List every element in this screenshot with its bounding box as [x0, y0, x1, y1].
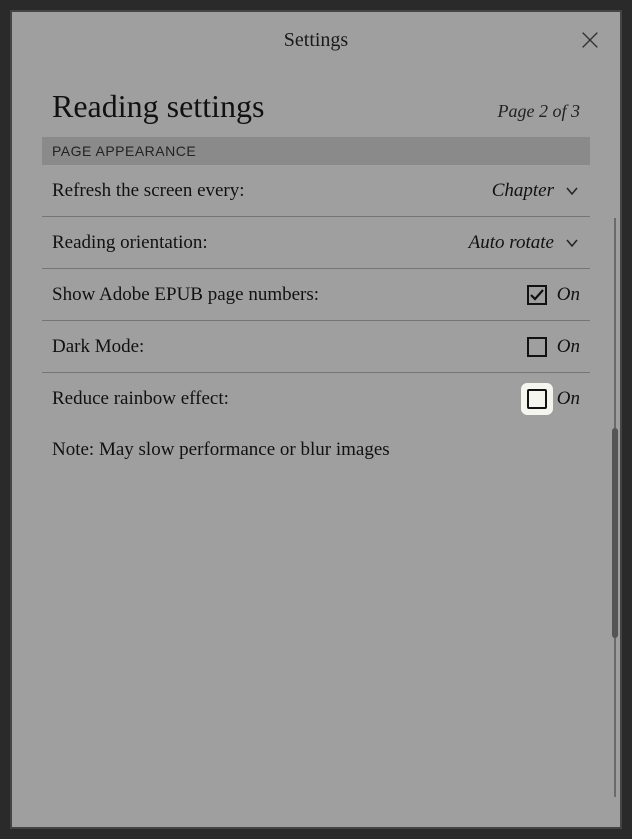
checkbox-reduce-rainbow[interactable] — [527, 389, 547, 409]
close-button[interactable] — [578, 28, 602, 52]
value-text: On — [557, 336, 580, 358]
row-dark-mode[interactable]: Dark Mode: On — [42, 321, 590, 373]
note-text: Note: May slow performance or blur image… — [52, 425, 580, 461]
row-value: On — [527, 388, 580, 410]
value-text: On — [557, 284, 580, 306]
page-heading: Reading settings Page 2 of 3 — [52, 88, 580, 125]
settings-rows: Refresh the screen every: Chapter Readin… — [42, 165, 590, 425]
row-value: Chapter — [492, 180, 580, 202]
row-label: Dark Mode: — [52, 336, 527, 358]
main-content: Reading settings Page 2 of 3 PAGE APPEAR… — [12, 68, 620, 827]
value-text: Chapter — [492, 180, 554, 202]
row-label: Show Adobe EPUB page numbers: — [52, 284, 527, 306]
row-value: Auto rotate — [469, 232, 580, 254]
scrollbar-thumb[interactable] — [612, 428, 618, 638]
page-indicator: Page 2 of 3 — [498, 101, 581, 122]
settings-panel: Settings Reading settings Page 2 of 3 PA… — [10, 10, 622, 829]
chevron-down-icon — [564, 235, 580, 251]
row-refresh-screen[interactable]: Refresh the screen every: Chapter — [42, 165, 590, 217]
value-text: On — [557, 388, 580, 410]
row-value: On — [527, 336, 580, 358]
row-label: Reading orientation: — [52, 232, 469, 254]
row-value: On — [527, 284, 580, 306]
row-label: Refresh the screen every: — [52, 180, 492, 202]
row-reduce-rainbow[interactable]: Reduce rainbow effect: On — [42, 373, 590, 425]
row-label: Reduce rainbow effect: — [52, 388, 527, 410]
value-text: Auto rotate — [469, 232, 554, 254]
close-icon — [579, 29, 601, 51]
header-title: Settings — [284, 29, 348, 52]
chevron-down-icon — [564, 183, 580, 199]
row-reading-orientation[interactable]: Reading orientation: Auto rotate — [42, 217, 590, 269]
header: Settings — [12, 12, 620, 68]
checkbox-adobe[interactable] — [527, 285, 547, 305]
section-header: PAGE APPEARANCE — [42, 137, 590, 165]
page-title: Reading settings — [52, 88, 264, 125]
checkbox-dark-mode[interactable] — [527, 337, 547, 357]
row-adobe-epub[interactable]: Show Adobe EPUB page numbers: On — [42, 269, 590, 321]
